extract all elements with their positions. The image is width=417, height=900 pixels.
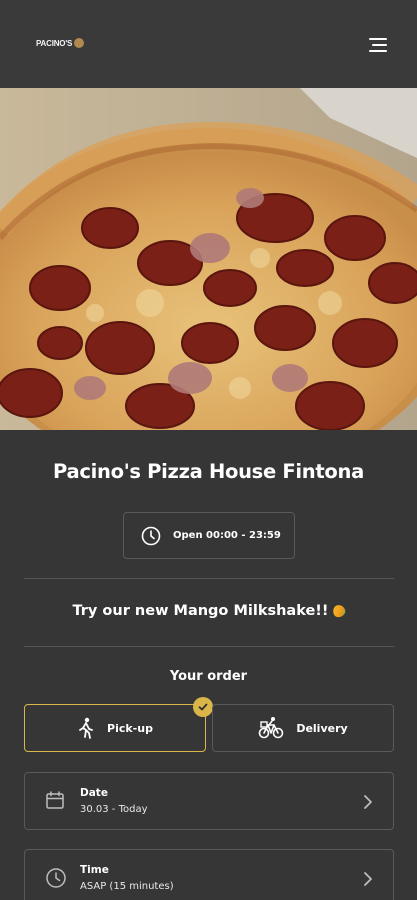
pizza-photo [0, 88, 417, 430]
delivery-label: Delivery [296, 721, 348, 735]
time-selector[interactable]: Time ASAP (15 minutes) [24, 849, 394, 900]
clock-icon [46, 868, 66, 888]
top-header: PACINO'S [0, 0, 417, 88]
hero-pizza-image [0, 88, 417, 430]
bicycle-courier-icon [259, 717, 284, 739]
date-value: 30.03 - Today [80, 804, 148, 815]
logo-text: PACINO'S [36, 38, 73, 48]
opening-hours-text: Open 00:00 - 23:59 [173, 530, 281, 541]
promo-text: Try our new Mango Milkshake!! [72, 603, 329, 619]
divider [24, 578, 394, 579]
delivery-option[interactable]: Delivery [212, 704, 394, 752]
clock-icon [141, 526, 161, 545]
date-label: Date [80, 787, 108, 799]
chevron-right-icon [364, 795, 372, 809]
time-value: ASAP (15 minutes) [80, 881, 174, 892]
calendar-icon [46, 791, 64, 809]
pickup-option[interactable]: Pick-up [24, 704, 206, 752]
promo-banner: Try our new Mango Milkshake!! [0, 603, 417, 619]
hamburger-menu-icon[interactable] [366, 36, 390, 54]
opening-hours-badge[interactable]: Open 00:00 - 23:59 [123, 512, 295, 559]
selected-check-icon [193, 697, 213, 717]
your-order-heading: Your order [169, 669, 248, 684]
mango-icon [330, 603, 347, 619]
brand-logo[interactable]: PACINO'S [36, 38, 85, 48]
time-label: Time [80, 864, 109, 876]
pickup-label: Pick-up [107, 721, 153, 735]
logo-mark-icon [74, 38, 85, 48]
date-selector[interactable]: Date 30.03 - Today [24, 772, 394, 830]
chevron-right-icon [364, 872, 372, 886]
divider [24, 646, 394, 647]
walking-person-icon [79, 717, 93, 739]
restaurant-name: Pacino's Pizza House Fintona [53, 460, 364, 483]
